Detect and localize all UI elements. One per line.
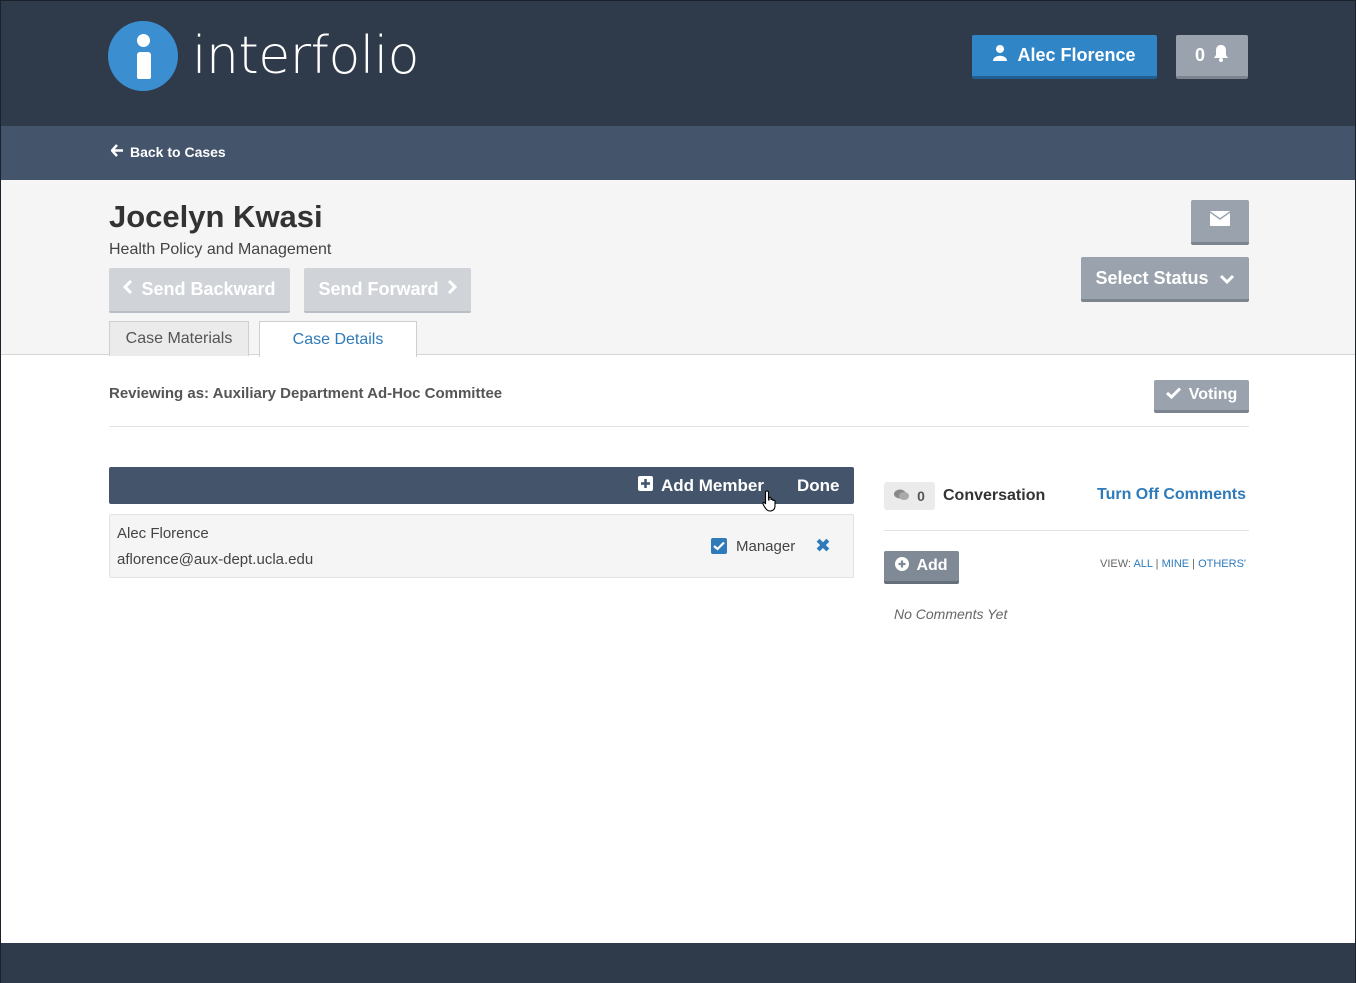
notification-count: 0 [1194,45,1205,65]
select-status-dropdown[interactable]: Select Status [1081,257,1249,302]
notifications-button[interactable]: 0 [1176,35,1248,79]
chevron-down-icon [1219,268,1235,289]
send-backward-label: Send Backward [141,279,276,299]
user-icon [993,45,1008,66]
member-name: Alec Florence [117,525,209,542]
turn-off-comments-link[interactable]: Turn Off Comments [1097,486,1246,504]
chevron-right-icon [447,279,457,300]
manager-checkbox[interactable] [711,538,727,554]
member-email: aflorence@aux-dept.ucla.edu [117,551,314,568]
filter-all-link[interactable]: ALL [1133,558,1152,570]
case-candidate-name: Jocelyn Kwasi [109,199,323,234]
select-status-label: Select Status [1095,267,1209,288]
comments-icon [894,488,910,504]
section-divider [109,426,1249,427]
view-label: VIEW: [1100,558,1131,570]
comment-count-badge: 0 [884,482,935,510]
hand-pointer-icon [762,490,778,517]
user-name: Alec Florence [1017,45,1136,65]
plus-circle-icon [895,556,910,576]
email-button[interactable] [1191,200,1249,245]
back-to-cases-label: Back to Cases [130,144,226,160]
filter-others-link[interactable]: OTHERS' [1198,558,1246,570]
bell-icon [1213,44,1229,67]
reviewing-as-label: Reviewing as: Auxiliary Department Ad-Ho… [109,385,503,402]
manager-label: Manager [736,538,796,555]
committee-members-toolbar: Add Member Done [109,467,854,504]
voting-label: Voting [1188,386,1238,403]
tab-case-materials[interactable]: Case Materials [109,321,249,356]
check-icon [1165,386,1181,404]
add-comment-button[interactable]: Add [884,551,959,584]
send-forward-button[interactable]: Send Forward [304,268,471,313]
envelope-icon [1209,211,1231,231]
comments-divider [884,530,1249,531]
top-bar: interfolio Alec Florence 0 [1,1,1355,126]
send-backward-button[interactable]: Send Backward [109,268,290,313]
tab-case-details[interactable]: Case Details [259,321,417,357]
add-comment-label: Add [916,557,948,574]
conversation-title: Conversation [943,487,1046,504]
remove-member-icon[interactable]: ✖ [815,535,831,558]
voting-button[interactable]: Voting [1154,380,1249,413]
plus-square-icon [638,476,653,496]
done-button[interactable]: Done [797,476,840,496]
footer-bar [1,943,1355,983]
back-to-cases-link[interactable]: Back to Cases [110,144,226,160]
send-forward-label: Send Forward [318,279,439,299]
chevron-left-icon [123,279,133,300]
logo-text: interfolio [192,26,420,86]
logo-mark-icon [108,21,178,91]
interfolio-logo[interactable]: interfolio [108,21,420,91]
filter-mine-link[interactable]: MINE [1162,558,1190,570]
case-header: Jocelyn Kwasi Health Policy and Manageme… [1,180,1355,357]
sub-navigation: Back to Cases [1,126,1355,180]
user-menu-button[interactable]: Alec Florence [972,35,1157,79]
add-member-label: Add Member [661,476,764,495]
comment-count: 0 [917,488,925,504]
no-comments-text: No Comments Yet [894,606,1008,622]
committee-member-row: Alec Florence aflorence@aux-dept.ucla.ed… [109,514,854,578]
comment-view-filter: VIEW: ALL | MINE | OTHERS' [1100,558,1247,570]
arrow-left-icon [110,144,124,160]
add-member-button[interactable]: Add Member [638,476,764,496]
case-department: Health Policy and Management [109,241,332,258]
